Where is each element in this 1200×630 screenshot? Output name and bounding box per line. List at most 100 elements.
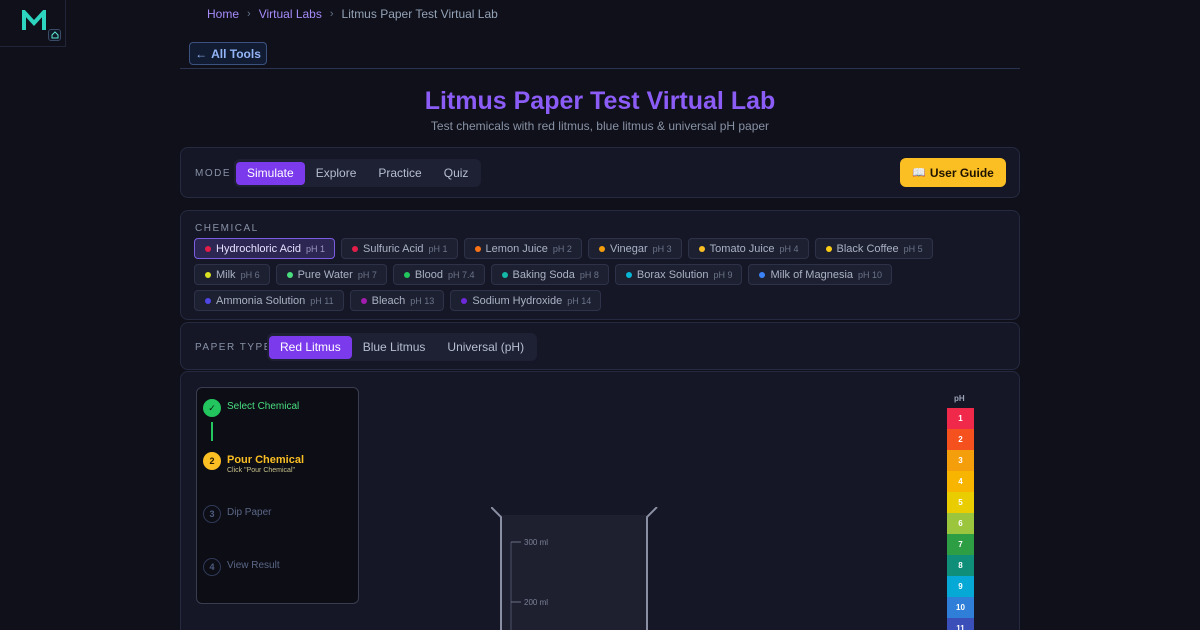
mode-quiz[interactable]: Quiz xyxy=(433,162,480,185)
breadcrumb: Home › Virtual Labs › Litmus Paper Test … xyxy=(207,7,498,21)
mode-explore[interactable]: Explore xyxy=(305,162,368,185)
chemical-chip[interactable]: Milk pH 6 xyxy=(194,264,270,285)
check-icon: ✓ xyxy=(203,399,221,417)
color-dot-icon xyxy=(205,271,211,278)
ph-level: 6 xyxy=(947,513,974,534)
chemical-chip[interactable]: Tomato Juice pH 4 xyxy=(687,238,809,259)
step-label: Select Chemical xyxy=(227,401,300,412)
chemical-name: Tomato Juice xyxy=(709,242,775,255)
chemical-name: Milk of Magnesia xyxy=(770,268,854,281)
step-number: 4 xyxy=(203,558,221,576)
user-guide-button[interactable]: 📖 User Guide xyxy=(900,158,1006,187)
chemical-list: Hydrochloric Acid pH 1 Sulfuric Acid pH 1 Le… xyxy=(194,238,994,311)
app-logo-icon[interactable] xyxy=(22,10,46,32)
chemical-chip[interactable]: Borax Solution pH 9 xyxy=(614,264,743,285)
breadcrumb-separator: › xyxy=(247,8,251,20)
breadcrumb-home[interactable]: Home xyxy=(207,7,239,21)
paper-type-selector: Red Litmus Blue Litmus Universal (pH) xyxy=(267,333,538,361)
chemical-chip[interactable]: Vinegar pH 3 xyxy=(587,238,682,259)
chemical-ph: pH 8 xyxy=(579,269,599,280)
header-divider xyxy=(180,68,1020,69)
chemical-chip[interactable]: Black Coffee pH 5 xyxy=(814,238,933,259)
color-dot-icon xyxy=(461,297,468,304)
breadcrumb-separator: › xyxy=(329,8,334,20)
beaker-mark-300: 300 ml xyxy=(524,538,548,547)
chemical-ph: pH 7.4 xyxy=(447,269,475,280)
chemical-name: Black Coffee xyxy=(836,242,899,255)
color-dot-icon xyxy=(759,271,766,278)
chemical-ph: pH 1 xyxy=(305,243,325,254)
chemical-name: Sulfuric Acid xyxy=(363,242,424,255)
ph-level: 9 xyxy=(947,576,974,597)
ph-level: 8 xyxy=(947,555,974,576)
chemical-label: CHEMICAL xyxy=(195,223,259,234)
ph-level: 4 xyxy=(947,471,974,492)
color-dot-icon xyxy=(501,271,508,278)
chemical-ph: pH 9 xyxy=(713,269,733,280)
color-dot-icon xyxy=(205,297,211,304)
step-label: Pour Chemical xyxy=(227,454,305,466)
paper-type-label: PAPER TYPE xyxy=(195,342,272,353)
chemical-name: Ammonia Solution xyxy=(216,294,306,307)
color-dot-icon xyxy=(625,271,632,278)
steps-card: ✓ Select Chemical 2 Pour Chemical Click … xyxy=(196,387,359,604)
chemical-chip[interactable]: Lemon Juice pH 2 xyxy=(463,238,582,259)
chemical-ph: pH 13 xyxy=(410,295,435,306)
chemical-ph: pH 14 xyxy=(567,295,592,306)
chemical-name: Blood xyxy=(414,268,443,281)
chemical-panel: CHEMICAL Hydrochloric Acid pH 1 Sulfuric A… xyxy=(180,210,1020,320)
chemical-name: Sodium Hydroxide xyxy=(472,294,563,307)
ph-level: 1 xyxy=(947,408,974,429)
color-dot-icon xyxy=(352,245,358,252)
all-tools-button[interactable]: ← All Tools xyxy=(189,42,267,65)
chemical-name: Borax Solution xyxy=(636,268,709,281)
chemical-ph: pH 3 xyxy=(652,243,672,254)
user-guide-label: User Guide xyxy=(929,165,994,180)
chemical-name: Vinegar xyxy=(609,242,648,255)
beaker-mark-200: 200 ml xyxy=(524,598,548,607)
chemical-chip[interactable]: Sulfuric Acid pH 1 xyxy=(341,238,458,259)
chemical-ph: pH 4 xyxy=(779,243,799,254)
paper-universal[interactable]: Universal (pH) xyxy=(436,336,535,359)
paper-red-litmus[interactable]: Red Litmus xyxy=(269,335,352,359)
step-hint: Click "Pour Chemical" xyxy=(227,467,295,474)
mode-label: MODE xyxy=(195,168,231,179)
ph-level: 3 xyxy=(947,450,974,471)
ph-level: 2 xyxy=(947,429,974,450)
step-number: 3 xyxy=(203,505,221,523)
chemical-ph: pH 11 xyxy=(310,295,334,306)
breadcrumb-virtual-labs[interactable]: Virtual Labs xyxy=(259,7,322,21)
color-dot-icon xyxy=(286,271,293,278)
chemical-name: Milk xyxy=(216,268,236,281)
chemical-chip[interactable]: Milk of Magnesia pH 10 xyxy=(748,264,893,285)
chemical-name: Bleach xyxy=(371,294,406,307)
chemical-chip[interactable]: Bleach pH 13 xyxy=(349,290,445,311)
ph-level: 7 xyxy=(947,534,974,555)
arrow-left-icon: ← xyxy=(195,46,208,61)
ph-level: 5 xyxy=(947,492,974,513)
step-number: 2 xyxy=(203,452,221,470)
beaker[interactable]: 300 ml 200 ml xyxy=(491,507,661,630)
ph-level: 11 xyxy=(947,618,974,630)
mode-simulate[interactable]: Simulate xyxy=(236,161,305,185)
chemical-chip[interactable]: Hydrochloric Acid pH 1 xyxy=(194,238,335,259)
mode-selector: Simulate Explore Practice Quiz xyxy=(234,159,482,187)
chemical-chip[interactable]: Sodium Hydroxide pH 14 xyxy=(450,290,602,311)
chemical-chip[interactable]: Ammonia Solution pH 11 xyxy=(194,290,344,311)
paper-blue-litmus[interactable]: Blue Litmus xyxy=(352,336,437,359)
app-rail xyxy=(0,0,66,47)
chemical-ph: pH 10 xyxy=(858,269,883,280)
all-tools-label: All Tools xyxy=(211,46,261,61)
mode-practice[interactable]: Practice xyxy=(367,162,432,185)
chemical-chip[interactable]: Pure Water pH 7 xyxy=(275,264,387,285)
step-label: Dip Paper xyxy=(227,507,272,518)
home-icon[interactable] xyxy=(48,29,61,41)
ph-scale: 1 2 3 4 5 6 7 8 9 10 11 xyxy=(947,408,974,630)
chemical-ph: pH 1 xyxy=(428,243,448,254)
book-icon: 📖 xyxy=(912,167,926,179)
chemical-chip[interactable]: Baking Soda pH 8 xyxy=(490,264,609,285)
color-dot-icon xyxy=(474,245,481,252)
paper-type-panel: PAPER TYPE Red Litmus Blue Litmus Univer… xyxy=(180,322,1020,370)
chemical-chip[interactable]: Blood pH 7.4 xyxy=(392,264,485,285)
color-dot-icon xyxy=(403,271,410,278)
